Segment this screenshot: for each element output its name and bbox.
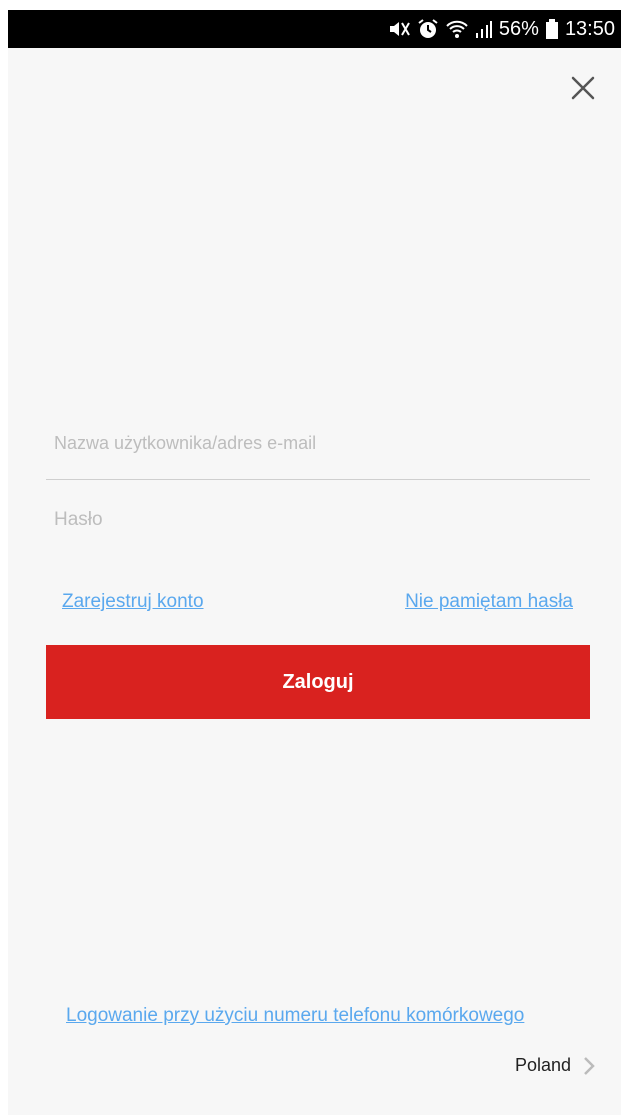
top-margin <box>0 0 621 10</box>
region-selector[interactable]: Poland <box>515 1055 595 1076</box>
close-button[interactable] <box>565 70 601 106</box>
close-icon <box>571 76 595 100</box>
phone-login-link[interactable]: Logowanie przy użyciu numeru telefonu ko… <box>66 1005 524 1027</box>
username-field-container <box>46 425 590 480</box>
login-screen: 56% 13:50 Zarejestruj konto Nie pamiętam… <box>0 0 621 1115</box>
alarm-icon <box>417 18 439 40</box>
signal-icon <box>475 18 493 40</box>
battery-icon <box>545 18 559 40</box>
register-link[interactable]: Zarejestruj konto <box>62 591 204 613</box>
forgot-password-link[interactable]: Nie pamiętam hasła <box>405 591 573 613</box>
region-label: Poland <box>514 1055 571 1075</box>
mute-icon <box>387 18 411 40</box>
status-bar: 56% 13:50 <box>8 10 621 48</box>
clock: 13:50 <box>564 17 615 40</box>
wifi-icon <box>445 18 469 40</box>
battery-percent: 56% <box>498 17 539 40</box>
chevron-right-icon <box>583 1056 595 1076</box>
username-input[interactable] <box>46 425 590 461</box>
left-margin <box>0 0 8 1115</box>
password-field-container <box>46 502 590 538</box>
login-button[interactable]: Zaloguj <box>46 645 590 719</box>
password-input[interactable] <box>46 502 590 538</box>
